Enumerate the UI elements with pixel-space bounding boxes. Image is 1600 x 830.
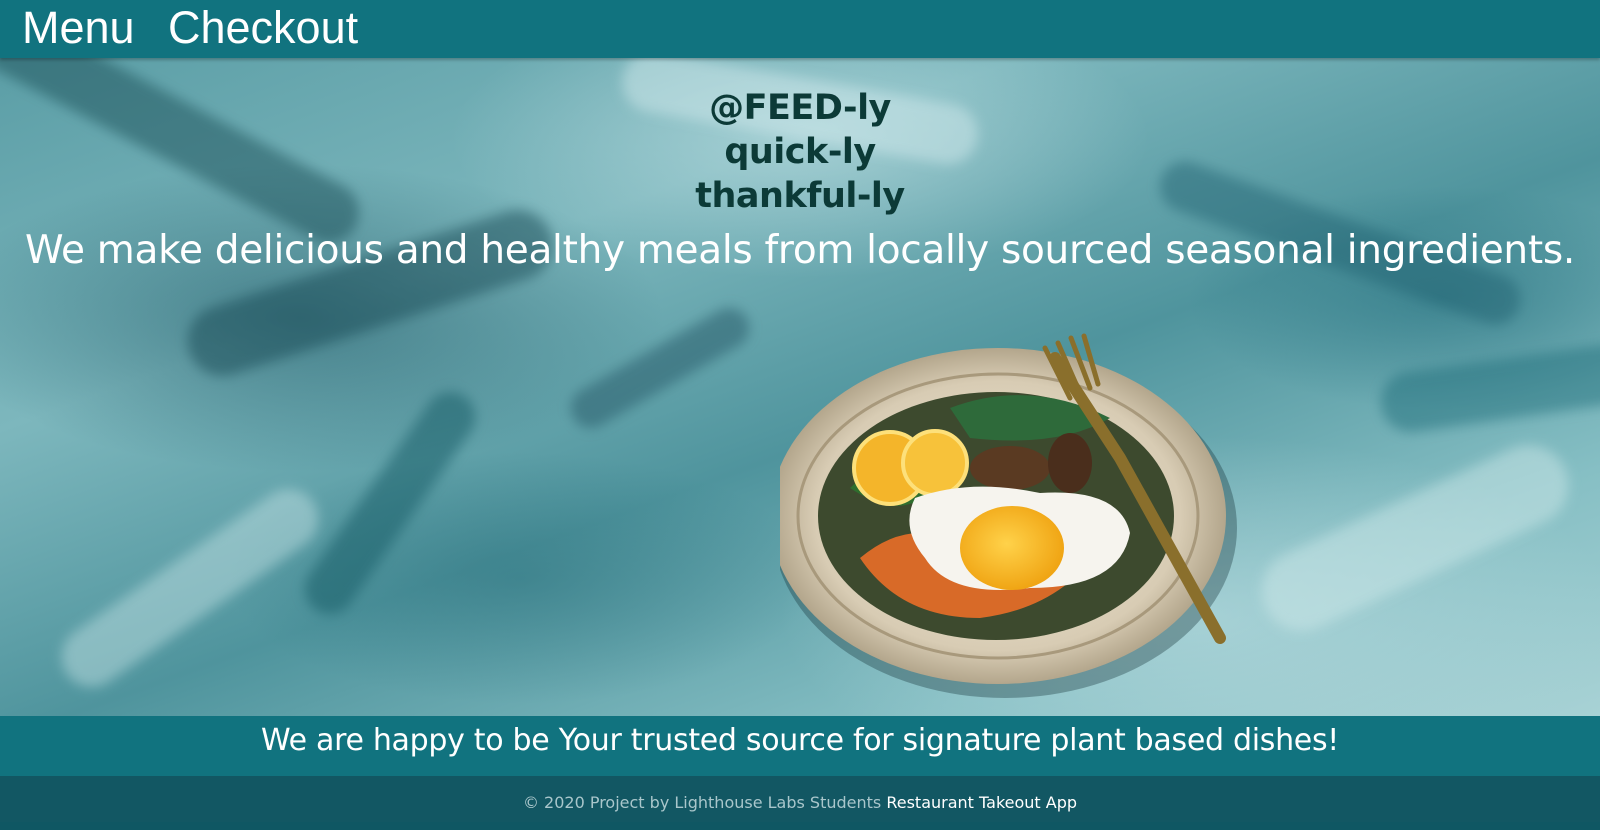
tagline-line-3: thankful-ly bbox=[695, 176, 905, 216]
page-footer: © 2020 Project by Lighthouse Labs Studen… bbox=[0, 776, 1600, 822]
top-navbar: Menu Checkout bbox=[0, 0, 1600, 58]
brush-stroke bbox=[49, 477, 331, 699]
nav-checkout-link[interactable]: Checkout bbox=[168, 2, 358, 54]
brush-stroke bbox=[563, 300, 757, 436]
hero-section: @FEED-ly quick-ly thankful-ly We make de… bbox=[0, 58, 1600, 716]
tagline-line-1: @FEED-ly bbox=[709, 88, 891, 128]
lemon-slice bbox=[901, 429, 969, 497]
footer-copyright: © 2020 Project by Lighthouse Labs Studen… bbox=[522, 793, 882, 812]
footer-app-link[interactable]: Restaurant Takeout App bbox=[886, 793, 1077, 812]
promo-banner: We are happy to be Your trusted source f… bbox=[0, 716, 1600, 776]
brush-stroke bbox=[294, 382, 486, 624]
brush-stroke bbox=[1377, 340, 1600, 436]
egg-yolk bbox=[960, 506, 1064, 590]
brush-stroke bbox=[1248, 432, 1582, 644]
nav-menu-link[interactable]: Menu bbox=[22, 2, 135, 54]
mushroom bbox=[970, 446, 1050, 490]
mushroom bbox=[1048, 433, 1092, 493]
food-plate-image bbox=[780, 333, 1237, 698]
tagline-line-2: quick-ly bbox=[724, 132, 876, 172]
hero-description: We make delicious and healthy meals from… bbox=[25, 228, 1575, 273]
